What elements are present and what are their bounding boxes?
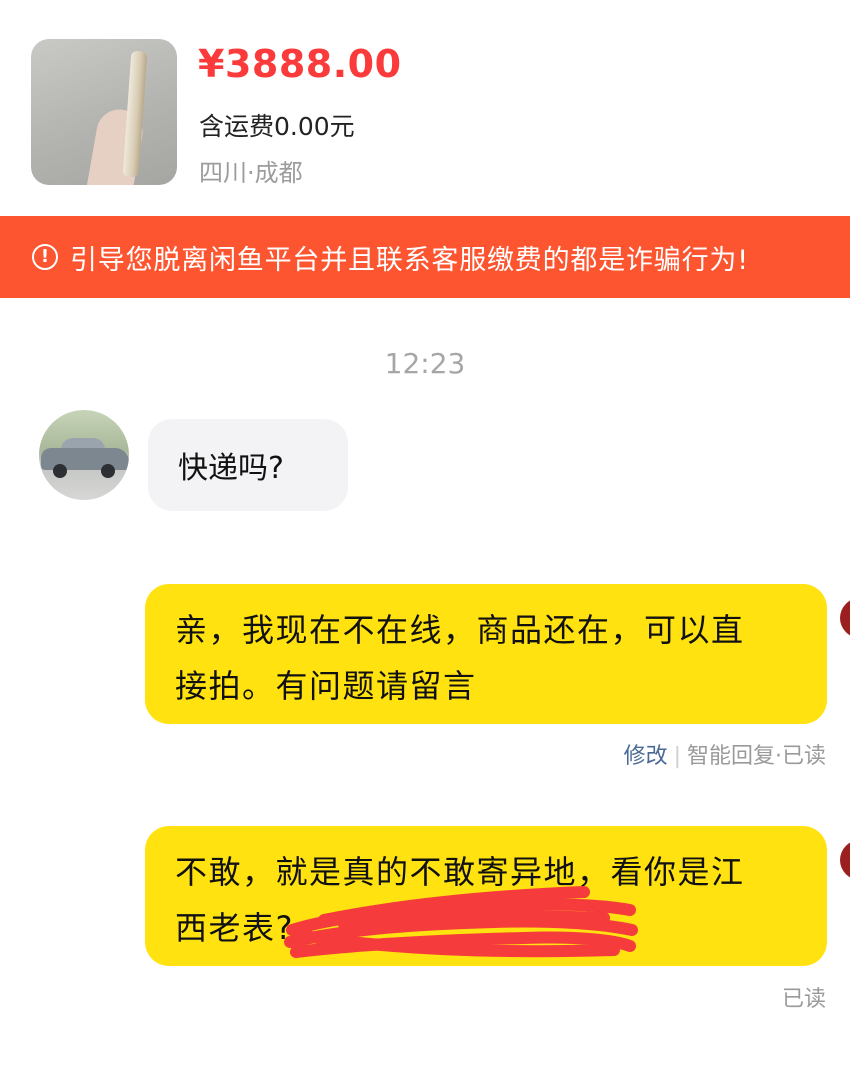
outgoing-message-line: 接拍。有问题请留言 — [175, 667, 477, 705]
red-scribble-redaction — [284, 886, 638, 958]
product-shipping: 含运费0.00元 — [199, 112, 355, 141]
avatar-car-wheel — [101, 464, 115, 478]
message-timestamp: 12:23 — [384, 347, 466, 380]
incoming-message-text: 快递吗? — [178, 451, 284, 486]
product-photo-phone — [122, 50, 148, 178]
product-card[interactable]: ¥3888.00 含运费0.00元 四川·成都 — [0, 0, 850, 216]
exclamation-circle-icon: ! — [32, 244, 58, 270]
product-price: ¥3888.00 — [198, 42, 402, 86]
smart-reply-read-status: 智能回复·已读 — [687, 744, 826, 769]
outgoing-message-bubble[interactable]: 亲，我现在不在线，商品还在，可以直 接拍。有问题请留言 — [145, 584, 827, 724]
chat-screen: ¥3888.00 含运费0.00元 四川·成都 ! 引导您脱离闲鱼平台并且联系客… — [0, 0, 850, 1067]
seller-avatar[interactable] — [840, 598, 850, 638]
seller-avatar[interactable] — [840, 840, 850, 880]
fraud-warning-banner: ! 引导您脱离闲鱼平台并且联系客服缴费的都是诈骗行为! — [0, 216, 850, 298]
meta-divider: | — [673, 744, 681, 769]
edit-link[interactable]: 修改 — [624, 744, 668, 769]
buyer-avatar[interactable] — [39, 410, 129, 500]
read-status: 已读 — [781, 987, 826, 1012]
product-location: 四川·成都 — [199, 159, 303, 187]
message-meta: 修改 | 智能回复·已读 — [624, 738, 826, 770]
outgoing-message-line: 亲，我现在不在线，商品还在，可以直 — [175, 611, 745, 649]
incoming-message-bubble[interactable]: 快递吗? — [148, 419, 348, 511]
avatar-car-wheel — [53, 464, 67, 478]
fraud-warning-text: 引导您脱离闲鱼平台并且联系客服缴费的都是诈骗行为! — [70, 244, 749, 276]
product-thumbnail[interactable] — [31, 39, 177, 185]
